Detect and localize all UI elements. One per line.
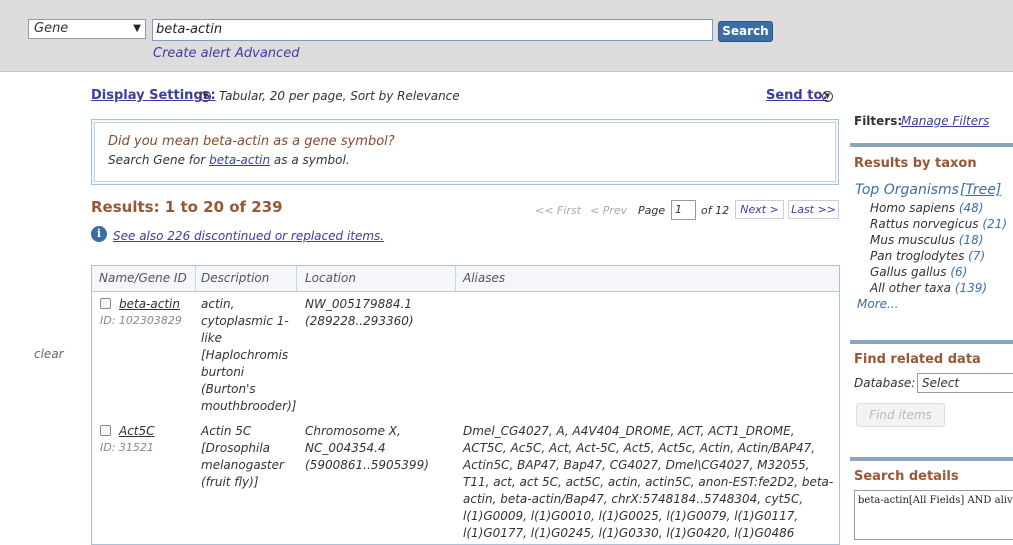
chevron-down-icon: ▼ bbox=[133, 23, 141, 34]
section-divider bbox=[850, 143, 1013, 147]
text-line: NC_004354.4 bbox=[305, 441, 386, 455]
taxon-item[interactable]: All other taxa (139) bbox=[870, 281, 987, 295]
text-line: Chromosome X, bbox=[305, 424, 401, 438]
display-settings-link[interactable]: Display Settings: bbox=[91, 88, 216, 103]
text-line: (Burton's bbox=[201, 382, 256, 396]
related-database-select[interactable]: Select bbox=[917, 373, 1013, 393]
see-also-link[interactable]: See also 226 discontinued or replaced it… bbox=[113, 229, 384, 243]
row-checkbox[interactable] bbox=[100, 298, 111, 309]
column-divider bbox=[296, 266, 297, 291]
taxon-heading: Results by taxon bbox=[854, 156, 977, 171]
taxon-item[interactable]: Mus musculus (18) bbox=[870, 233, 983, 247]
taxon-item[interactable]: Gallus gallus (6) bbox=[870, 265, 967, 279]
suggestion-symbol-link[interactable]: beta-actin bbox=[209, 153, 270, 167]
text-line: [Drosophila bbox=[201, 441, 271, 455]
text-line: (289228..293360) bbox=[305, 314, 414, 328]
gene-id: ID: 31521 bbox=[100, 441, 154, 454]
prev-page-link: < Prev bbox=[590, 204, 628, 217]
manage-filters-link[interactable]: Manage Filters bbox=[901, 114, 989, 128]
gene-id: ID: 102303829 bbox=[100, 314, 182, 327]
gene-name-link[interactable]: beta-actin bbox=[119, 296, 180, 313]
section-divider bbox=[850, 457, 1013, 461]
suggestion-suffix: as a symbol. bbox=[270, 153, 350, 167]
suggestion-prefix: Search Gene for bbox=[108, 153, 210, 167]
section-divider bbox=[850, 340, 1013, 344]
database-label: Database: bbox=[854, 376, 916, 390]
more-taxa-link[interactable]: More... bbox=[857, 297, 898, 311]
send-to-link[interactable]: Send to: bbox=[766, 88, 828, 103]
did-you-mean-title: Did you mean beta-actin as a gene symbol… bbox=[108, 134, 395, 149]
last-page-button[interactable]: Last >> bbox=[788, 200, 839, 219]
related-data-heading: Find related data bbox=[854, 352, 981, 367]
taxon-item[interactable]: Pan troglodytes (7) bbox=[870, 249, 985, 263]
page-label: Page bbox=[638, 204, 666, 217]
database-select[interactable]: Gene ▼ bbox=[28, 19, 146, 39]
text-line: Actin 5C bbox=[201, 424, 252, 438]
did-you-mean-inner bbox=[94, 122, 836, 182]
page-number-input[interactable]: 1 bbox=[671, 200, 696, 220]
text-line: Dmel_CG4027, A, A4V404_DROME, ACT, ACT1_… bbox=[463, 424, 795, 438]
gene-name-link[interactable]: Act5C bbox=[119, 423, 155, 440]
clear-link[interactable]: clear bbox=[34, 347, 64, 361]
text-line: (fruit fly)] bbox=[201, 475, 259, 489]
first-page-link: << First bbox=[535, 204, 581, 217]
chevron-down-circle-icon[interactable]: ▼ bbox=[200, 91, 211, 102]
column-header-location[interactable]: Location bbox=[305, 271, 356, 285]
column-header-aliases[interactable]: Aliases bbox=[463, 271, 505, 285]
database-select-value: Gene bbox=[34, 21, 69, 36]
text-line: [Haplochromis bbox=[201, 348, 289, 362]
text-line: T11, act, act 5C, act5C, actin, actin5C,… bbox=[463, 475, 834, 489]
info-icon: i bbox=[91, 226, 107, 242]
gene-description: actin, cytoplasmic 1- like [Haplochromis bur… bbox=[201, 296, 296, 415]
gene-aliases: Dmel_CG4027, A, A4V404_DROME, ACT, ACT1_… bbox=[463, 423, 833, 542]
text-line: burtoni bbox=[201, 365, 245, 379]
text-line: melanogaster bbox=[201, 458, 284, 472]
search-button[interactable]: Search bbox=[718, 21, 773, 42]
display-settings-value: Tabular, 20 per page, Sort by Relevance bbox=[219, 89, 460, 103]
search-details-heading: Search details bbox=[854, 469, 959, 484]
text-line: NW_005179884.1 bbox=[305, 297, 413, 311]
column-divider bbox=[195, 266, 196, 291]
column-header-description[interactable]: Description bbox=[201, 271, 269, 285]
text-line: Actin5C, BAP47, Bap47, CG4027, Dmel\CG40… bbox=[463, 458, 810, 472]
gene-location: Chromosome X, NC_004354.4 (5900861..590539… bbox=[305, 423, 429, 474]
row-checkbox[interactable] bbox=[100, 425, 111, 436]
text-line: l(1)G0009, l(1)G0010, l(1)G0025, l(1)G00… bbox=[463, 509, 799, 523]
create-alert-link[interactable]: Create alert bbox=[153, 46, 231, 61]
taxon-item[interactable]: Rattus norvegicus (21) bbox=[870, 217, 1007, 231]
top-organisms-link[interactable]: Top Organisms bbox=[855, 182, 959, 198]
find-items-button: Find items bbox=[856, 403, 945, 427]
gene-description: Actin 5C [Drosophila melanogaster (fruit fl… bbox=[201, 423, 284, 491]
column-header-name[interactable]: Name/Gene ID bbox=[99, 271, 187, 285]
page-total: of 12 bbox=[701, 204, 730, 217]
text-line: l(1)G0177, l(1)G0245, l(1)G0330, l(1)G04… bbox=[463, 526, 795, 540]
chevron-down-circle-icon[interactable]: ▼ bbox=[822, 91, 833, 102]
did-you-mean-suggestion: Search Gene for beta-actin as a symbol. bbox=[108, 153, 350, 167]
tree-link[interactable]: [Tree] bbox=[960, 182, 1001, 198]
text-line: ACT5C, Ac5C, Act, Act-5C, Act5, Act5c, A… bbox=[463, 441, 816, 455]
text-line: cytoplasmic 1- bbox=[201, 314, 289, 328]
text-line: actin, beta-actin/Bap47, chrX:5748184..5… bbox=[463, 492, 804, 506]
column-divider bbox=[455, 266, 456, 291]
next-page-button[interactable]: Next > bbox=[735, 200, 784, 219]
filters-label: Filters: bbox=[854, 114, 903, 128]
gene-location: NW_005179884.1 (289228..293360) bbox=[305, 296, 414, 330]
text-line: (5900861..5905399) bbox=[305, 458, 429, 472]
text-line: mouthbrooder)] bbox=[201, 399, 297, 413]
results-count: Results: 1 to 20 of 239 bbox=[91, 198, 283, 216]
advanced-search-link[interactable]: Advanced bbox=[235, 46, 299, 61]
text-line: actin, bbox=[201, 297, 235, 311]
search-input[interactable]: beta-actin bbox=[152, 19, 713, 41]
taxon-item[interactable]: Homo sapiens (48) bbox=[870, 201, 983, 215]
text-line: like bbox=[201, 331, 222, 345]
